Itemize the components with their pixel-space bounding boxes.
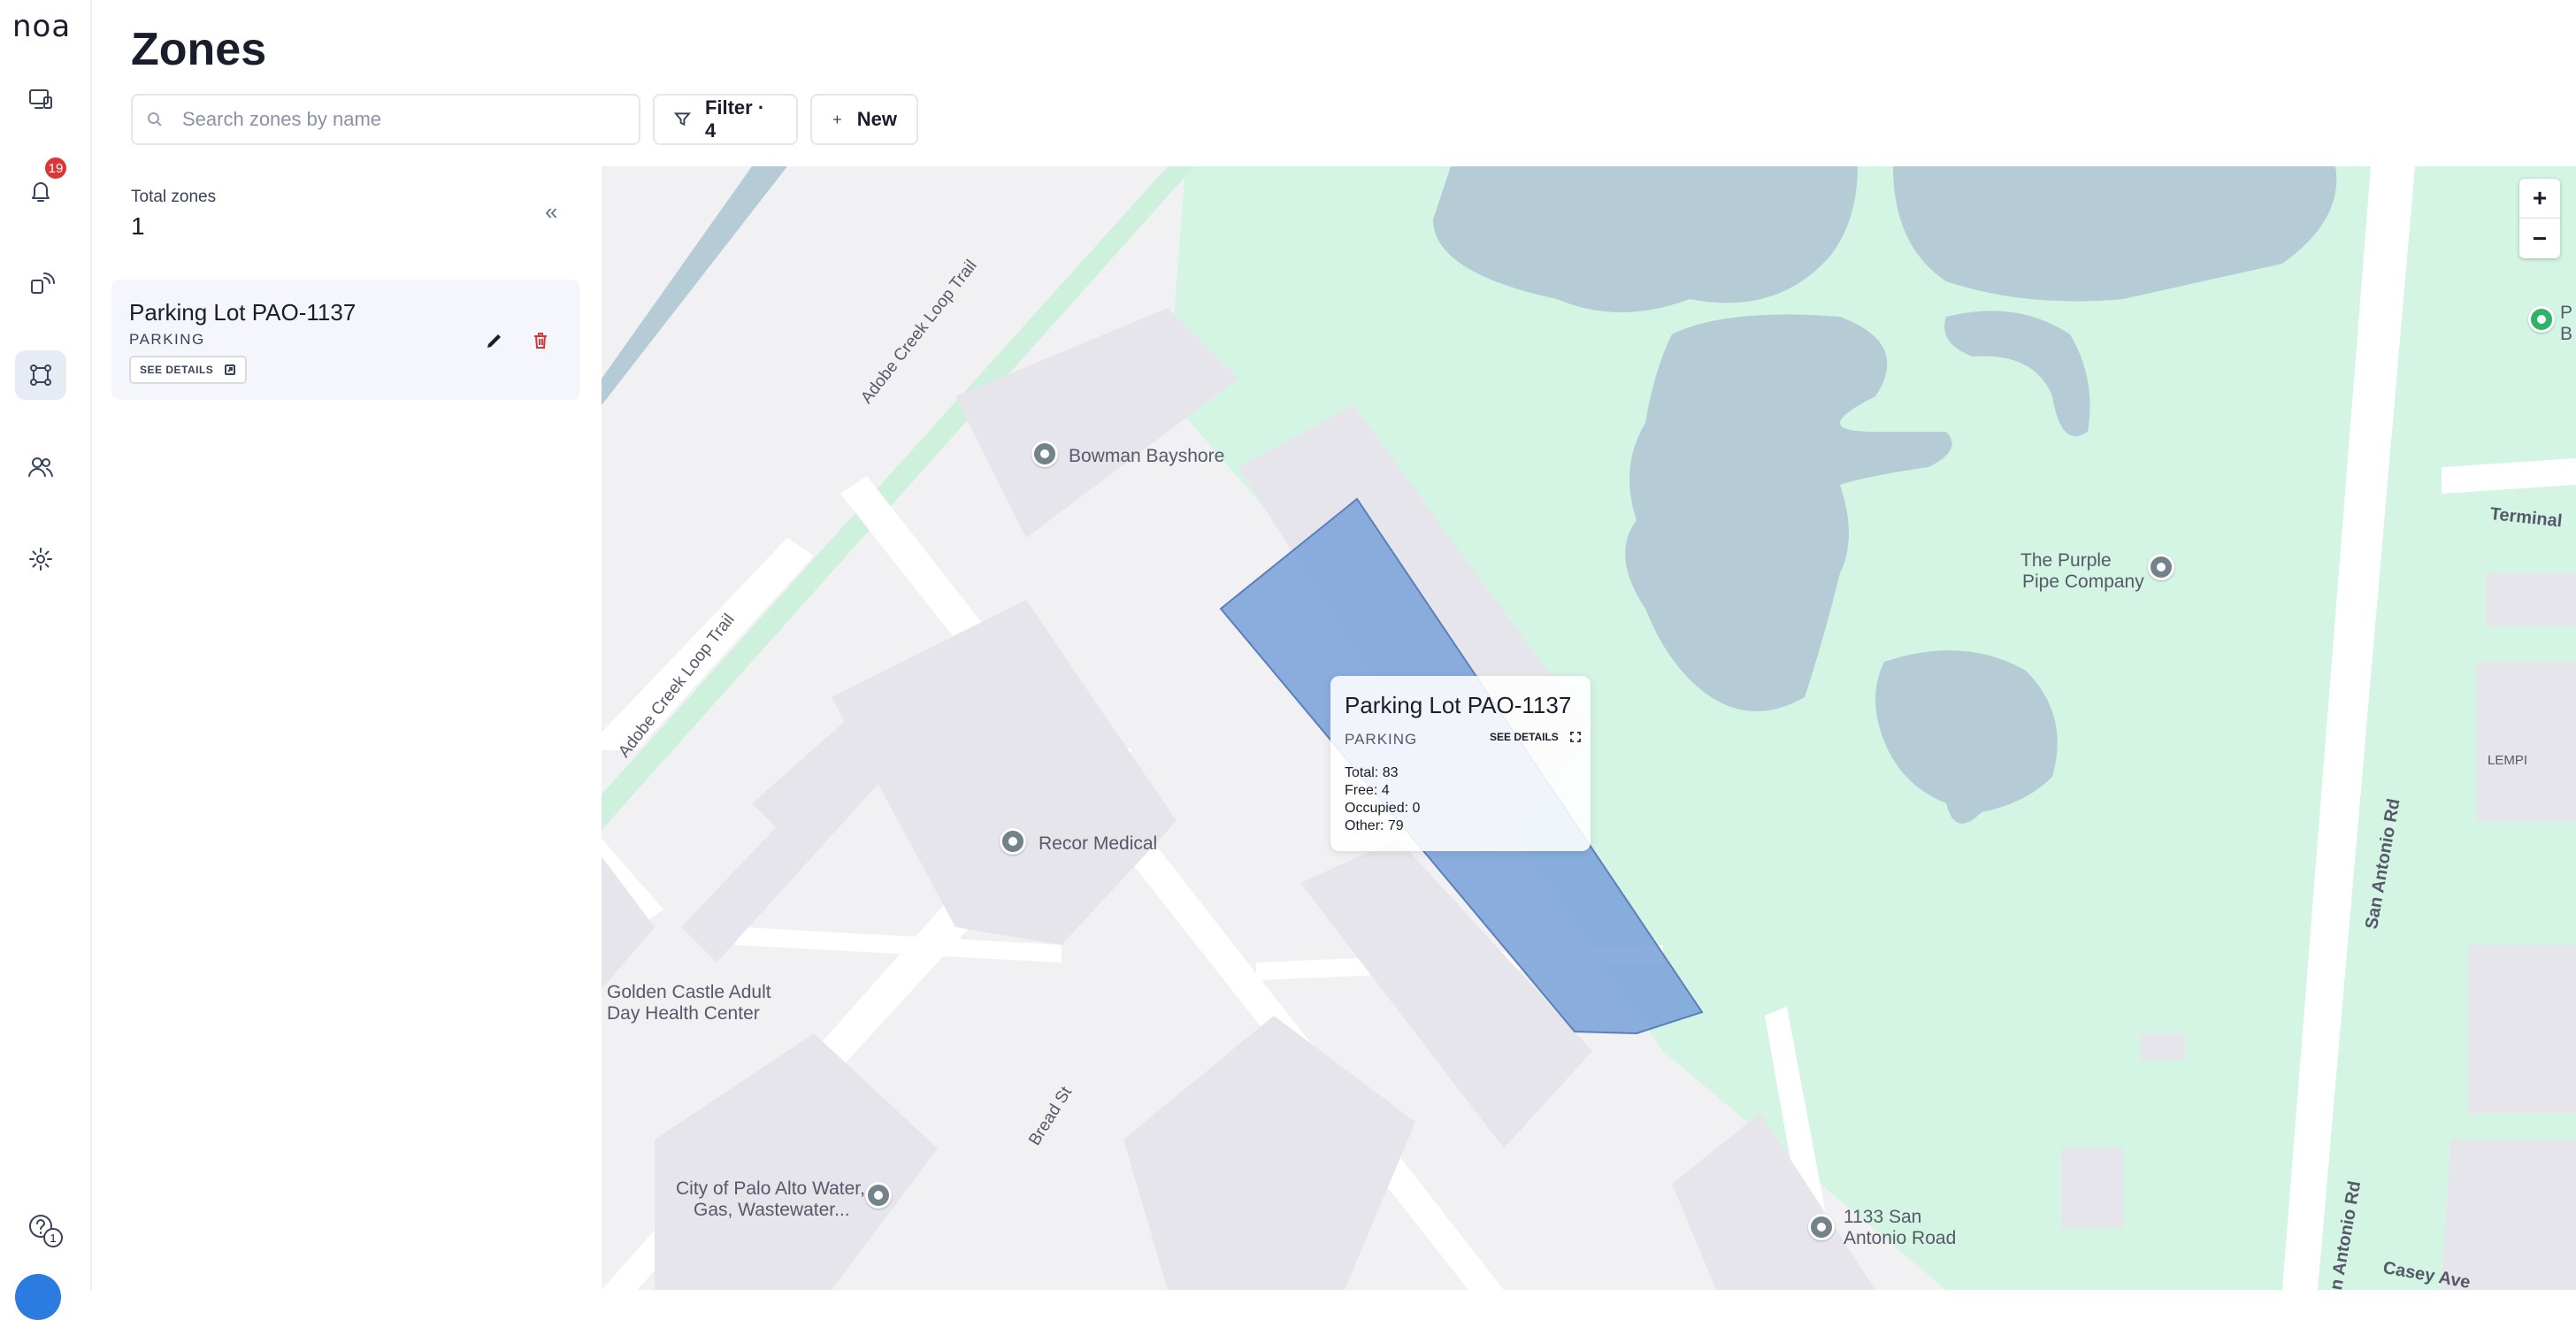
building [2141, 1033, 2185, 1060]
users-icon [28, 457, 53, 477]
poi-marker-icon[interactable] [865, 1182, 892, 1209]
popup-other: Other: 79 [1345, 818, 1404, 833]
filter-button[interactable]: Filter · 4 [653, 94, 798, 145]
devices-icon [29, 89, 52, 109]
poi-label-edge-b: B [2560, 324, 2573, 344]
open-details-icon [225, 365, 236, 375]
new-zone-button[interactable]: New [810, 94, 918, 145]
poi-marker-green-icon[interactable] [2528, 306, 2555, 333]
edit-zone-button[interactable] [481, 327, 508, 354]
zones-icon [30, 365, 51, 386]
trash-icon [534, 333, 547, 349]
zone-type: PARKING [129, 331, 205, 348]
user-avatar[interactable] [15, 1274, 61, 1320]
building-label-lempi: LEMPI [2488, 753, 2528, 768]
help-nav-button[interactable]: 1 [15, 1201, 66, 1251]
search-icon [148, 112, 162, 127]
poi-marker-icon[interactable] [2148, 554, 2174, 580]
popup-title: Parking Lot PAO-1137 [1345, 692, 1572, 718]
poi-label-palo-alto-1: City of Palo Alto Water, [676, 1178, 865, 1199]
building [1123, 1016, 1415, 1290]
collapse-panel-button[interactable]: « [545, 198, 557, 226]
see-details-label: SEE DETAILS [140, 364, 214, 376]
page-title: Zones [131, 24, 267, 75]
zoom-in-button[interactable]: + [2519, 179, 2560, 219]
poi-label-edge-p: P [2560, 303, 2573, 323]
help-badge: 1 [43, 1228, 63, 1247]
bell-icon [32, 182, 50, 202]
zoom-out-button[interactable]: − [2519, 219, 2560, 258]
building [832, 600, 1177, 945]
building [2486, 573, 2576, 626]
search-box [131, 94, 640, 145]
pencil-icon [487, 334, 501, 348]
sidebar-rail: noa 19 1 [0, 0, 92, 1320]
app-logo: noa [12, 9, 72, 44]
search-input[interactable] [182, 108, 607, 131]
popup-total: Total: 83 [1345, 765, 1399, 780]
poi-label-purple-pipe-1: The Purple [2020, 550, 2112, 571]
total-zones-label: Total zones [131, 188, 217, 206]
popup-type: PARKING [1345, 731, 1418, 748]
sensor-signal-icon [31, 272, 55, 294]
building [2468, 945, 2576, 1113]
poi-label-1133-san-antonio-1: 1133 San [1844, 1207, 1922, 1227]
total-zones-value: 1 [131, 212, 145, 240]
creek [602, 166, 787, 405]
popup-free: Free: 4 [1345, 783, 1390, 798]
poi-label-1133-san-antonio-2: Antonio Road [1844, 1228, 1957, 1248]
zones-map[interactable]: Adobe Creek Loop Trail Adobe Creek Loop … [602, 166, 2576, 1290]
zone-list-item[interactable]: Parking Lot PAO-1137 PARKING SEE DETAILS [111, 280, 580, 400]
notifications-badge: 19 [43, 156, 68, 180]
building [2477, 662, 2576, 821]
notifications-nav-button[interactable]: 19 [15, 156, 68, 216]
building [2061, 1148, 2123, 1228]
poi-label-recor: Recor Medical [1039, 833, 1158, 854]
devices-nav-button[interactable] [15, 74, 66, 124]
gear-icon [29, 548, 52, 571]
filter-icon [674, 112, 691, 127]
poi-marker-icon[interactable] [1000, 828, 1026, 855]
building [2442, 1140, 2576, 1290]
map-zoom-control: + − [2519, 179, 2560, 258]
zones-nav-button[interactable] [15, 350, 66, 400]
delete-zone-button[interactable] [527, 327, 554, 354]
sensors-nav-button[interactable] [15, 258, 66, 308]
zones-panel: Total zones 1 « Parking Lot PAO-1137 PAR… [92, 166, 602, 1290]
poi-label-golden-castle-1: Golden Castle Adult [607, 982, 771, 1002]
building [655, 1033, 938, 1290]
poi-label-golden-castle-2: Day Health Center [607, 1003, 760, 1024]
filter-label: Filter · 4 [704, 96, 765, 142]
popup-stats: Total: 83 Free: 4 Occupied: 0 Other: 79 [1345, 764, 1420, 835]
poi-marker-icon[interactable] [1031, 441, 1058, 467]
zone-see-details-button[interactable]: SEE DETAILS [129, 356, 248, 384]
poi-label-bowman: Bowman Bayshore [1069, 446, 1225, 466]
poi-label-palo-alto-2: Gas, Wastewater... [694, 1200, 850, 1220]
poi-marker-icon[interactable] [1808, 1214, 1835, 1240]
popup-occupied: Occupied: 0 [1345, 801, 1421, 816]
plus-icon [832, 115, 841, 124]
popup-see-details-label: SEE DETAILS [1490, 731, 1559, 743]
zone-name: Parking Lot PAO-1137 [129, 299, 356, 326]
poi-label-purple-pipe-2: Pipe Company [2022, 572, 2144, 592]
new-label: New [856, 108, 897, 130]
users-nav-button[interactable] [15, 442, 66, 492]
settings-nav-button[interactable] [15, 534, 66, 584]
expand-icon [1569, 732, 1581, 742]
zone-popup: Parking Lot PAO-1137 PARKING SEE DETAILS… [1330, 676, 1591, 851]
popup-see-details-button[interactable]: SEE DETAILS [1490, 731, 1582, 743]
